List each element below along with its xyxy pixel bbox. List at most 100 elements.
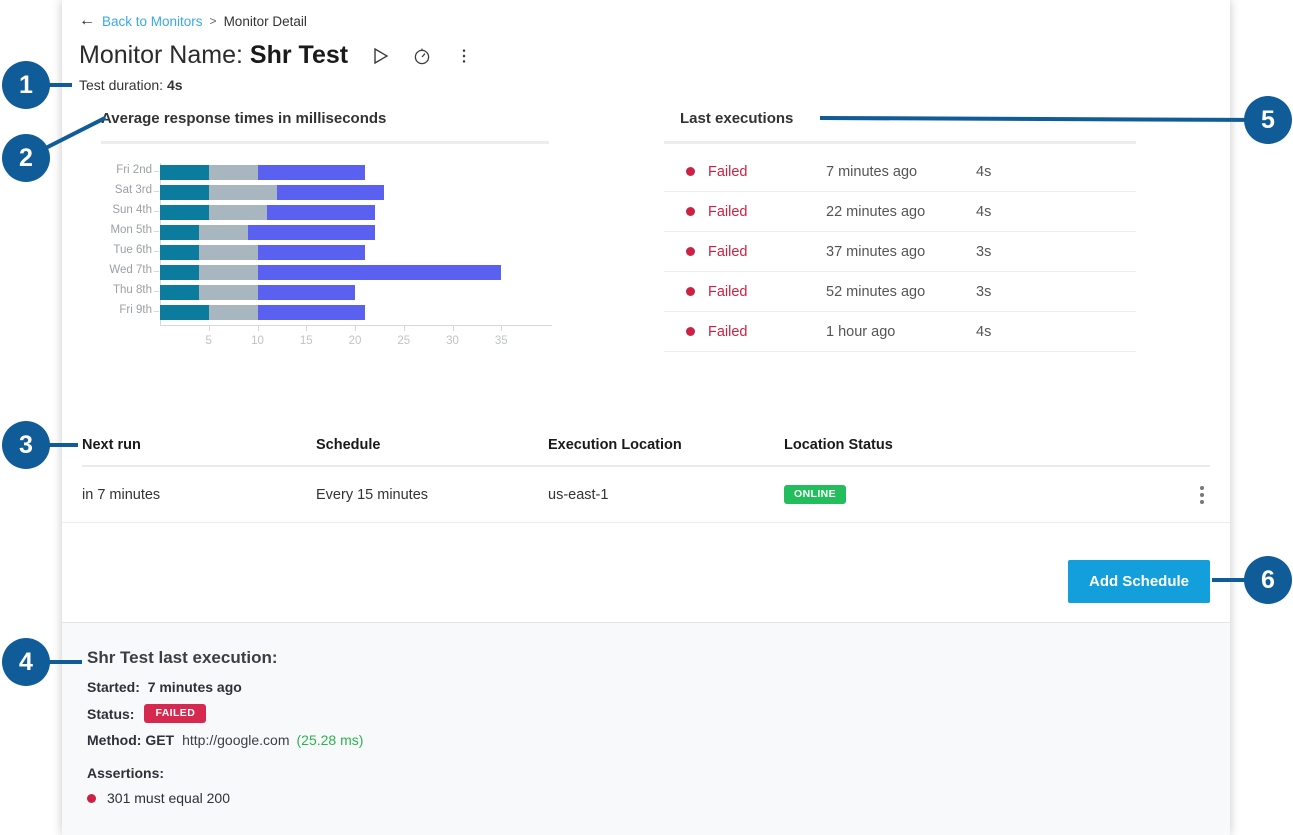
request-url: http://google.com — [182, 732, 289, 748]
chart-bar-segment — [209, 185, 277, 200]
executions-section-rule — [664, 141, 1136, 144]
status-dot-icon — [686, 247, 695, 256]
chart-bar-segment — [199, 245, 258, 260]
test-duration: Test duration: 4s — [79, 77, 183, 93]
chart-x-tick — [209, 325, 210, 331]
execution-row[interactable]: Failed22 minutes ago4s — [664, 192, 1136, 232]
execution-row[interactable]: Failed52 minutes ago3s — [664, 272, 1136, 312]
breadcrumb: ← Back to Monitors > Monitor Detail — [79, 13, 307, 29]
test-duration-value: 4s — [167, 77, 183, 93]
execution-time: 7 minutes ago — [826, 164, 976, 180]
chart-x-tick — [306, 325, 307, 331]
chart-y-tick — [154, 211, 159, 212]
chart-bar-segment — [199, 285, 258, 300]
executions-section-title: Last executions — [680, 110, 793, 127]
execution-time: 52 minutes ago — [826, 284, 976, 300]
table-row[interactable]: in 7 minutesEvery 15 minutesus-east-1ONL… — [62, 467, 1230, 523]
execution-status: Failed — [708, 284, 826, 300]
title-action-icons — [370, 46, 474, 66]
monitor-name: Shr Test — [250, 41, 348, 69]
breadcrumb-back-link[interactable]: Back to Monitors — [102, 14, 203, 29]
chart-bar-segment — [160, 265, 199, 280]
chart-bar-segment — [209, 205, 268, 220]
column-header-location-status: Location Status — [784, 437, 1210, 453]
chart-bar-segment — [258, 285, 356, 300]
callout-badge-1: 1 — [2, 61, 50, 109]
column-header-schedule: Schedule — [316, 437, 548, 453]
column-header-next-run: Next run — [82, 437, 316, 453]
chart-y-tick-label: Thu 8th — [113, 284, 152, 296]
breadcrumb-current: Monitor Detail — [224, 14, 307, 29]
response-time: (25.28 ms) — [297, 732, 364, 748]
chart-x-axis — [160, 325, 552, 326]
schedule-table: Next run Schedule Execution Location Loc… — [62, 425, 1230, 523]
monitor-detail-card: ← Back to Monitors > Monitor Detail Moni… — [62, 0, 1230, 835]
online-status-badge: ONLINE — [784, 485, 846, 504]
stopwatch-icon[interactable] — [412, 46, 432, 66]
chart-bar-row: Tue 6th — [160, 243, 550, 263]
chart-bar-segment — [277, 185, 384, 200]
chart-x-tick-label: 20 — [349, 335, 362, 347]
schedule-table-header: Next run Schedule Execution Location Loc… — [62, 425, 1230, 465]
status-dot-icon — [686, 327, 695, 336]
started-label: Started: — [87, 679, 140, 695]
assertion-text: 301 must equal 200 — [107, 790, 230, 806]
execution-row[interactable]: Failed1 hour ago4s — [664, 312, 1136, 352]
chart-y-tick-label: Fri 2nd — [116, 164, 152, 176]
execution-status: Failed — [708, 204, 826, 220]
started-value: 7 minutes ago — [148, 679, 242, 695]
chart-bar-segment — [160, 205, 209, 220]
chart-bar-segment — [160, 305, 209, 320]
back-arrow-icon[interactable]: ← — [79, 13, 95, 29]
execution-status: Failed — [708, 164, 826, 180]
method-label: Method: GET — [87, 732, 174, 748]
execution-time: 1 hour ago — [826, 324, 976, 340]
cell-execution-location: us-east-1 — [548, 487, 784, 503]
page-title: Monitor Name: Shr Test — [79, 41, 348, 70]
execution-duration: 3s — [976, 284, 991, 300]
chart-y-tick — [154, 251, 159, 252]
add-schedule-button[interactable]: Add Schedule — [1068, 560, 1210, 603]
execution-time: 37 minutes ago — [826, 244, 976, 260]
execution-status: Failed — [708, 244, 826, 260]
chart-bar-segment — [248, 225, 375, 240]
chart-plot-area: Fri 2ndSat 3rdSun 4thMon 5thTue 6thWed 7… — [160, 163, 550, 323]
chart-bar-segment — [199, 225, 248, 240]
chart-x-tick-label: 35 — [495, 335, 508, 347]
chart-x-tick-label: 5 — [206, 335, 212, 347]
chart-y-tick-label: Mon 5th — [110, 224, 152, 236]
last-execution-method: Method: GET http://google.com (25.28 ms) — [87, 732, 1230, 748]
row-more-vertical-icon[interactable] — [1194, 486, 1210, 504]
chart-section-rule — [101, 141, 549, 144]
page-title-prefix: Monitor Name: — [79, 41, 243, 69]
assertions-list: 301 must equal 200 — [87, 790, 1230, 806]
callout-badge-6: 6 — [1244, 556, 1292, 604]
execution-row[interactable]: Failed7 minutes ago4s — [664, 152, 1136, 192]
chart-y-tick — [154, 291, 159, 292]
callout-badge-4: 4 — [2, 638, 50, 686]
chart-bar-row: Fri 9th — [160, 303, 550, 323]
breadcrumb-separator: > — [210, 14, 217, 28]
execution-duration: 3s — [976, 244, 991, 260]
execution-duration: 4s — [976, 164, 991, 180]
chart-y-tick-label: Sun 4th — [112, 204, 152, 216]
chart-y-tick — [154, 231, 159, 232]
execution-status: Failed — [708, 324, 826, 340]
execution-row[interactable]: Failed37 minutes ago3s — [664, 232, 1136, 272]
chart-section-title: Average response times in milliseconds — [101, 110, 386, 127]
chart-bar-segment — [258, 265, 502, 280]
chart-bar-row: Sat 3rd — [160, 183, 550, 203]
chart-y-tick-label: Sat 3rd — [115, 184, 152, 196]
chart-bar-segment — [160, 185, 209, 200]
chart-x-tick-label: 25 — [397, 335, 410, 347]
chart-x-tick-label: 10 — [251, 335, 264, 347]
more-vertical-icon[interactable] — [454, 46, 474, 66]
cell-schedule: Every 15 minutes — [316, 487, 548, 503]
chart-x-tick — [355, 325, 356, 331]
chart-y-tick — [154, 191, 159, 192]
play-icon[interactable] — [370, 46, 390, 66]
chart-y-tick-label: Tue 6th — [113, 244, 152, 256]
status-dot-icon — [686, 207, 695, 216]
chart-x-tick — [258, 325, 259, 331]
chart-bar-row: Sun 4th — [160, 203, 550, 223]
